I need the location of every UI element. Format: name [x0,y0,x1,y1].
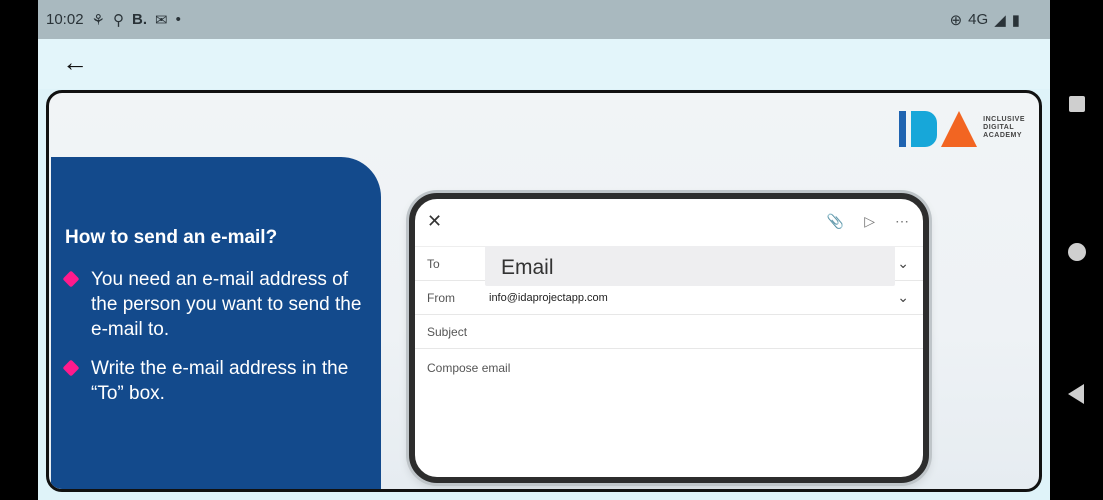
dot-icon: • [175,11,181,28]
bullet-text: You need an e-mail address of the person… [91,269,362,340]
android-nav-bar [1050,0,1103,500]
battery-icon: ▮ [1011,11,1020,29]
close-icon[interactable]: ✕ [427,211,442,232]
from-row: From info@idaprojectapp.com ⌄ [415,281,923,315]
instruction-panel: How to send an e-mail? You need an e-mai… [51,157,381,489]
ida-logo-text: INCLUSIVE DIGITAL ACADEMY [983,116,1025,139]
to-row: To Email ⌄ [415,246,923,286]
to-label: To [427,256,440,271]
diamond-bullet-icon [62,359,80,377]
network-icon: ⚘ [91,11,105,29]
diamond-bullet-icon [62,270,80,288]
status-bar: 10:02 ⚘ ⚲ B. ✉ • ⊕ 4G ◢ ▮ [38,0,1050,39]
more-options-icon[interactable]: ⋯ [895,213,909,230]
clock: 10:02 [46,11,84,28]
back-icon[interactable] [1068,384,1084,404]
mail-icon: ✉ [155,11,168,29]
back-arrow-icon[interactable]: ← [62,49,90,77]
ida-logo: INCLUSIVE DIGITAL ACADEMY [899,109,1025,147]
app-bar: ← [38,39,1050,89]
from-label: From [427,290,455,305]
ida-logo-mark [899,109,978,147]
list-item: Write the e-mail address in the “To” box… [62,356,375,406]
b-app-icon: B. [132,11,147,28]
compose-body[interactable]: Compose email [415,349,923,387]
lesson-card: INCLUSIVE DIGITAL ACADEMY How to send an… [46,90,1042,492]
recents-icon[interactable] [1069,96,1085,112]
compose-header: ✕ 📎 ▷ ⋯ [415,199,923,247]
subject-row[interactable]: Subject [415,315,923,349]
home-icon[interactable] [1068,243,1086,261]
sync-icon: ⊕ [949,11,963,29]
to-email-input[interactable]: Email [485,246,895,286]
device-screen: 10:02 ⚘ ⚲ B. ✉ • ⊕ 4G ◢ ▮ ← INCLUSIVE DI… [38,0,1050,500]
location-icon: ⚲ [113,11,124,29]
chevron-down-icon[interactable]: ⌄ [897,289,909,306]
attach-icon[interactable]: 📎 [827,213,844,230]
lesson-title: How to send an e-mail? [65,227,278,248]
subject-label: Subject [427,324,468,339]
chevron-down-icon[interactable]: ⌄ [897,255,909,272]
send-icon[interactable]: ▷ [864,213,875,230]
list-item: You need an e-mail address of the person… [62,267,375,342]
phone-mockup: ✕ 📎 ▷ ⋯ To Email ⌄ From info@idaprojecta… [409,193,929,483]
bullet-text: Write the e-mail address in the “To” box… [91,358,349,404]
network-type: 4G [968,11,989,28]
from-value: info@idaprojectapp.com [489,291,608,304]
signal-icon: ◢ [994,11,1006,29]
